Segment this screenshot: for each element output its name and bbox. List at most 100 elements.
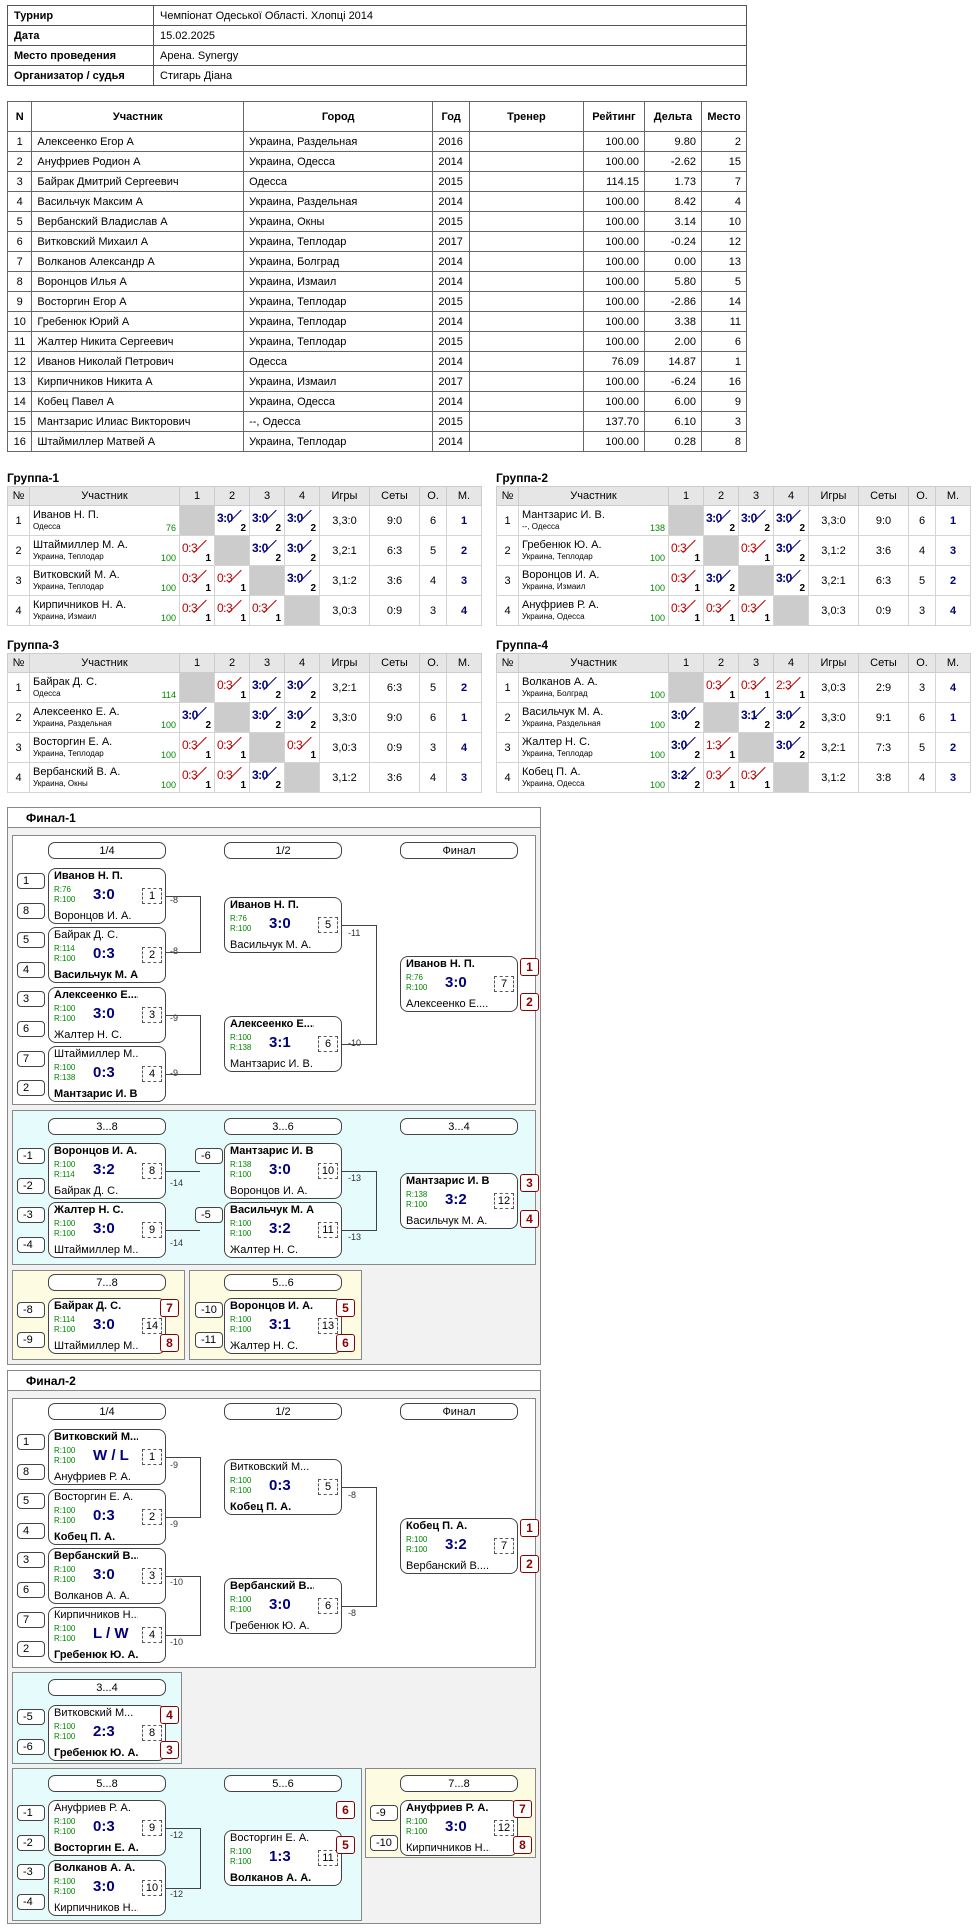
- score-text: 3:0: [287, 510, 303, 525]
- match-result-cell: 3:0 2: [284, 505, 320, 536]
- match-score: 3:2: [445, 1536, 467, 1553]
- match-number: 1: [142, 888, 162, 904]
- group-column-header: 1: [179, 653, 215, 673]
- match-points: 2: [729, 522, 735, 534]
- match-points: 2: [799, 522, 805, 534]
- final-2-title: Финал-2: [8, 1371, 540, 1391]
- group-place: 2: [446, 672, 482, 703]
- match-player-a: Восторгин Е. А.: [54, 1491, 134, 1503]
- player-a-rating: R:100: [54, 1063, 76, 1072]
- participant-row: 11 Жалтер Никита Сергеевич Украина, Теплод…: [6, 331, 748, 352]
- participant-cell: 2014: [432, 311, 470, 332]
- self-match-cell: [738, 565, 774, 596]
- bracket-connector: [200, 1576, 201, 1636]
- participant-cell: [468, 171, 584, 192]
- group-column-header: 4: [284, 653, 320, 673]
- player-city: Украина, Одесса: [522, 779, 585, 788]
- bracket-connector: [200, 1457, 201, 1518]
- participant-cell: 16: [6, 431, 33, 452]
- participant-cell: 15: [700, 151, 748, 172]
- match-result-cell: 3:0 2: [773, 702, 809, 733]
- match-score: 3:0: [269, 915, 291, 932]
- participant-cell: 7: [6, 251, 33, 272]
- group-row-number: 3: [7, 565, 30, 596]
- participant-cell: Украина, Раздельная: [243, 131, 434, 152]
- player-b-rating: R:100: [406, 1827, 428, 1836]
- participant-cell: 9: [6, 291, 33, 312]
- player-b-rating: R:100: [54, 1887, 76, 1896]
- score-text: 3:0: [182, 707, 198, 722]
- match-player-a: Васильчук М. А.: [230, 1204, 314, 1216]
- match-player-b: Гребенюк Ю. А.: [54, 1747, 138, 1759]
- group-column-header: Участник: [518, 653, 669, 673]
- score-text: 0:3: [706, 600, 722, 615]
- player-city: Украина, Измаил: [33, 612, 97, 621]
- participant-cell: 5.80: [643, 271, 702, 292]
- participant-cell: 137.70: [582, 411, 645, 432]
- group-player: Восторгин Е. А. Украина, Теплодар 100: [29, 732, 180, 763]
- participant-cell: 2014: [432, 431, 470, 452]
- match-score: 3:0: [93, 1316, 115, 1333]
- player-a-rating: R:100: [54, 1446, 76, 1455]
- match-points: 1: [240, 612, 246, 624]
- group-row-number: 4: [7, 762, 30, 793]
- participant-cell: 2014: [432, 271, 470, 292]
- match-player-b: Васильчук М. А.: [54, 969, 138, 981]
- match-result-cell: 0:3 1: [214, 672, 250, 703]
- match-player-a: Витковский М...: [54, 1431, 138, 1443]
- participant-cell: 76.09: [582, 351, 645, 372]
- match-points: 1: [729, 749, 735, 761]
- score-text: 3:0: [252, 540, 268, 555]
- round-label: 3...8: [48, 1118, 166, 1135]
- match-player-b: Кобец П. А.: [54, 1531, 116, 1543]
- group-row: 4 Вербанский В. А. Украина, Окны 100 0:3 1 0:3…: [7, 762, 482, 793]
- column-header: Год: [432, 101, 470, 132]
- player-city: Украина, Одесса: [522, 612, 585, 621]
- score-text: 0:3: [182, 540, 198, 555]
- group-column-header: О.: [419, 486, 447, 506]
- final-place-badge: 7: [513, 1800, 532, 1818]
- player-a-rating: R:100: [406, 1535, 428, 1544]
- player-name: Кобец П. А.: [522, 766, 581, 778]
- group-games: 3,0:3: [319, 732, 370, 763]
- score-text: 0:3: [741, 540, 757, 555]
- player-a-rating: R:100: [230, 1476, 252, 1485]
- score-text: 3:0: [252, 677, 268, 692]
- match-points: 1: [240, 689, 246, 701]
- participant-cell: 16: [700, 371, 748, 392]
- player-rating: 100: [649, 553, 665, 563]
- group-games: 3,3:0: [808, 505, 859, 536]
- seed-label: 8: [17, 1464, 45, 1480]
- bracket-match: Восторгин Е. А. R:100 R:100 1:3 11 Волка…: [224, 1830, 342, 1886]
- participant-cell: [468, 331, 584, 352]
- match-points: 2: [764, 522, 770, 534]
- player-name: Байрак Д. С.: [33, 676, 98, 688]
- group-player: Ануфриев Р. А. Украина, Одесса 100: [518, 595, 669, 626]
- match-score: 2:3 1: [776, 674, 806, 702]
- score-text: 3:0: [671, 737, 687, 752]
- bracket-connector: [342, 1171, 376, 1172]
- participant-cell: 2017: [432, 231, 470, 252]
- participant-cell: -6.24: [643, 371, 702, 392]
- score-text: 0:3: [217, 570, 233, 585]
- group-player: Кирпичников Н. А. Украина, Измаил 100: [29, 595, 180, 626]
- participant-cell: 3: [6, 171, 33, 192]
- participant-cell: 2014: [432, 151, 470, 172]
- match-result-cell: 3:0 2: [773, 535, 809, 566]
- bracket-match: Воронцов И. А. R:100 R:100 3:1 13 Жалтер…: [224, 1298, 342, 1354]
- participant-cell: Алексеенко Егор А: [31, 131, 245, 152]
- score-text: 0:3: [182, 600, 198, 615]
- group-games: 3,1:2: [808, 535, 859, 566]
- group-sets: 0:9: [858, 595, 909, 626]
- final-place-badge: 4: [520, 1210, 539, 1228]
- score-text: 3:0: [287, 540, 303, 555]
- match-points: 2: [205, 719, 211, 731]
- participant-cell: Украина, Теплодар: [243, 431, 434, 452]
- group-column-header: 2: [214, 486, 250, 506]
- match-score: 3:0 2: [671, 734, 701, 762]
- player-city: Украина, Теплодар: [33, 582, 104, 591]
- match-result-cell: 3:0 2: [773, 732, 809, 763]
- group-place: 4: [446, 732, 482, 763]
- group-column-header: 2: [214, 653, 250, 673]
- match-points: 2: [799, 552, 805, 564]
